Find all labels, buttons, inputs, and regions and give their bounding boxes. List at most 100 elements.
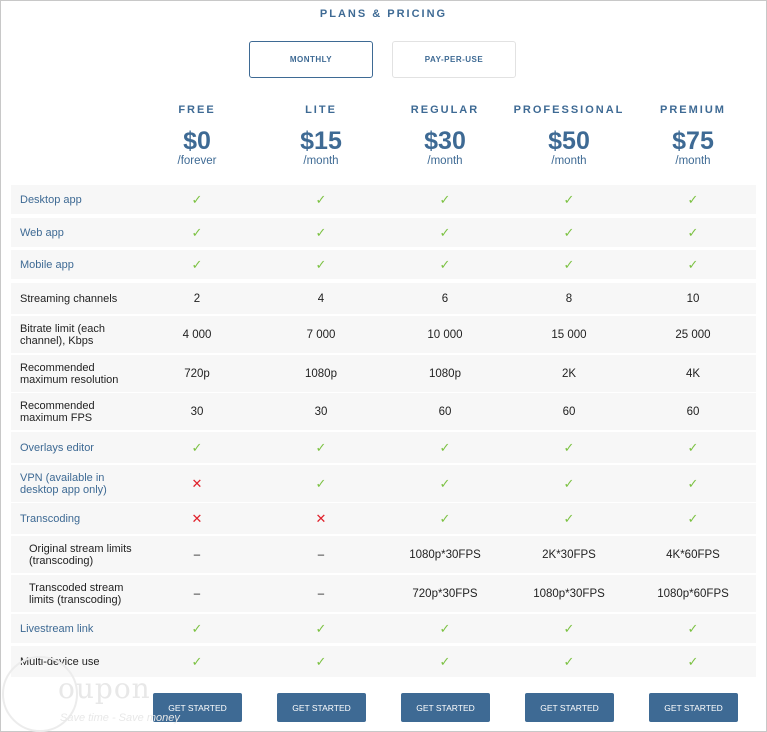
- plan-price: $0: [183, 127, 211, 155]
- feature-cell: ✓: [259, 185, 383, 214]
- feature-cell: ✓: [259, 646, 383, 677]
- feature-label: Bitrate limit (each channel), Kbps: [20, 322, 105, 347]
- feature-cell: ✓: [507, 646, 631, 677]
- plan-free: FREE $0/forever: [135, 104, 259, 167]
- get-started-button-premium[interactable]: GET STARTED: [649, 693, 738, 722]
- feature-cell: ✓: [135, 185, 259, 214]
- feature-cell: ✓: [507, 185, 631, 214]
- cross-icon: ✕: [191, 475, 203, 491]
- feature-cell: ✓: [631, 250, 755, 279]
- table-row: Transcoded stream limits (transcoding) – –…: [11, 575, 756, 612]
- plan-name: PREMIUM: [660, 104, 726, 116]
- feature-cell: ✓: [259, 218, 383, 247]
- feature-value: 10 000: [427, 328, 463, 341]
- feature-value: 4K*60FPS: [666, 548, 720, 561]
- check-icon: ✓: [687, 439, 699, 455]
- feature-cell: ✓: [259, 614, 383, 643]
- plan-premium: PREMIUM $75/month: [631, 104, 755, 167]
- plan-name: PROFESSIONAL: [513, 104, 625, 116]
- get-started-button-lite[interactable]: GET STARTED: [277, 693, 366, 722]
- plan-period: /month: [303, 155, 339, 167]
- get-started-button-free[interactable]: GET STARTED: [153, 693, 242, 722]
- feature-cell: ✓: [383, 250, 507, 279]
- check-icon: ✓: [191, 439, 203, 455]
- check-icon: ✓: [315, 653, 327, 669]
- check-icon: ✓: [191, 191, 203, 207]
- check-icon: ✓: [315, 224, 327, 240]
- feature-cell: ✓: [507, 250, 631, 279]
- feature-value: –: [317, 548, 325, 561]
- check-icon: ✓: [563, 224, 575, 240]
- check-icon: ✓: [439, 439, 451, 455]
- plan-regular: REGULAR $30/month: [383, 104, 507, 167]
- feature-value: 4 000: [182, 328, 212, 341]
- plan-name: REGULAR: [410, 104, 480, 116]
- check-icon: ✓: [315, 191, 327, 207]
- feature-value: 8: [565, 292, 573, 305]
- feature-cell: ✓: [507, 503, 631, 534]
- plan-price: $30: [424, 127, 466, 155]
- feature-value: 2K*30FPS: [542, 548, 596, 561]
- feature-label: Multi-device use: [20, 655, 100, 668]
- table-row: Mobile app ✓ ✓ ✓ ✓ ✓: [11, 250, 756, 279]
- feature-value: 1080p: [429, 367, 461, 380]
- cross-icon: ✕: [191, 510, 203, 526]
- feature-value: 1080p*30FPS: [409, 548, 481, 561]
- check-icon: ✓: [191, 620, 203, 636]
- check-icon: ✓: [315, 475, 327, 491]
- plan-price: $50: [548, 127, 590, 155]
- feature-cell: ✓: [135, 218, 259, 247]
- table-row: Bitrate limit (each channel), Kbps 4 000 7…: [11, 316, 756, 353]
- feature-cell: ✓: [383, 503, 507, 534]
- feature-label: Transcoded stream limits (transcoding): [29, 581, 124, 606]
- plan-period: /month: [551, 155, 587, 167]
- feature-label: Livestream link: [20, 622, 94, 635]
- plan-name: LITE: [305, 104, 337, 116]
- table-row: Desktop app ✓ ✓ ✓ ✓ ✓: [11, 185, 756, 214]
- get-started-button-professional[interactable]: GET STARTED: [525, 693, 614, 722]
- feature-cell: ✕: [135, 503, 259, 534]
- check-icon: ✓: [191, 653, 203, 669]
- monthly-toggle-button[interactable]: MONTHLY: [249, 41, 373, 78]
- feature-cell: ✓: [507, 614, 631, 643]
- feature-value: 1080p*30FPS: [533, 587, 605, 600]
- feature-cell: ✓: [383, 185, 507, 214]
- feature-value: 6: [441, 292, 449, 305]
- feature-label: Recommended maximum resolution: [20, 361, 119, 386]
- check-icon: ✓: [315, 620, 327, 636]
- table-row: Recommended maximum FPS 30 30 60 60 60: [11, 393, 756, 430]
- check-icon: ✓: [439, 191, 451, 207]
- feature-cell: ✓: [631, 646, 755, 677]
- feature-value: 30: [314, 405, 328, 418]
- cross-icon: ✕: [315, 510, 327, 526]
- plan-professional: PROFESSIONAL $50/month: [507, 104, 631, 167]
- feature-label: Original stream limits (transcoding): [29, 542, 132, 567]
- feature-cell: ✕: [259, 503, 383, 534]
- plan-name: FREE: [178, 104, 216, 116]
- feature-value: 15 000: [551, 328, 587, 341]
- check-icon: ✓: [439, 620, 451, 636]
- feature-cell: ✓: [135, 646, 259, 677]
- get-started-button-regular[interactable]: GET STARTED: [401, 693, 490, 722]
- feature-cell: ✓: [507, 465, 631, 502]
- feature-label: Mobile app: [20, 258, 74, 271]
- feature-value: –: [317, 587, 325, 600]
- check-icon: ✓: [687, 224, 699, 240]
- check-icon: ✓: [563, 256, 575, 272]
- feature-cell: ✓: [507, 218, 631, 247]
- feature-value: 7 000: [306, 328, 336, 341]
- feature-cell: ✓: [631, 503, 755, 534]
- check-icon: ✓: [687, 191, 699, 207]
- table-row: Overlays editor ✓ ✓ ✓ ✓ ✓: [11, 432, 756, 463]
- feature-cell: ✓: [259, 432, 383, 463]
- feature-value: 60: [686, 405, 700, 418]
- pay-per-use-toggle-button[interactable]: PAY-PER-USE: [392, 41, 516, 78]
- feature-cell: ✓: [631, 432, 755, 463]
- table-row: Multi-device use ✓ ✓ ✓ ✓ ✓: [11, 646, 756, 677]
- feature-cell: ✓: [259, 250, 383, 279]
- check-icon: ✓: [687, 256, 699, 272]
- plan-period: /month: [427, 155, 463, 167]
- check-icon: ✓: [687, 653, 699, 669]
- feature-value: 2K: [561, 367, 577, 380]
- feature-value: 2: [193, 292, 201, 305]
